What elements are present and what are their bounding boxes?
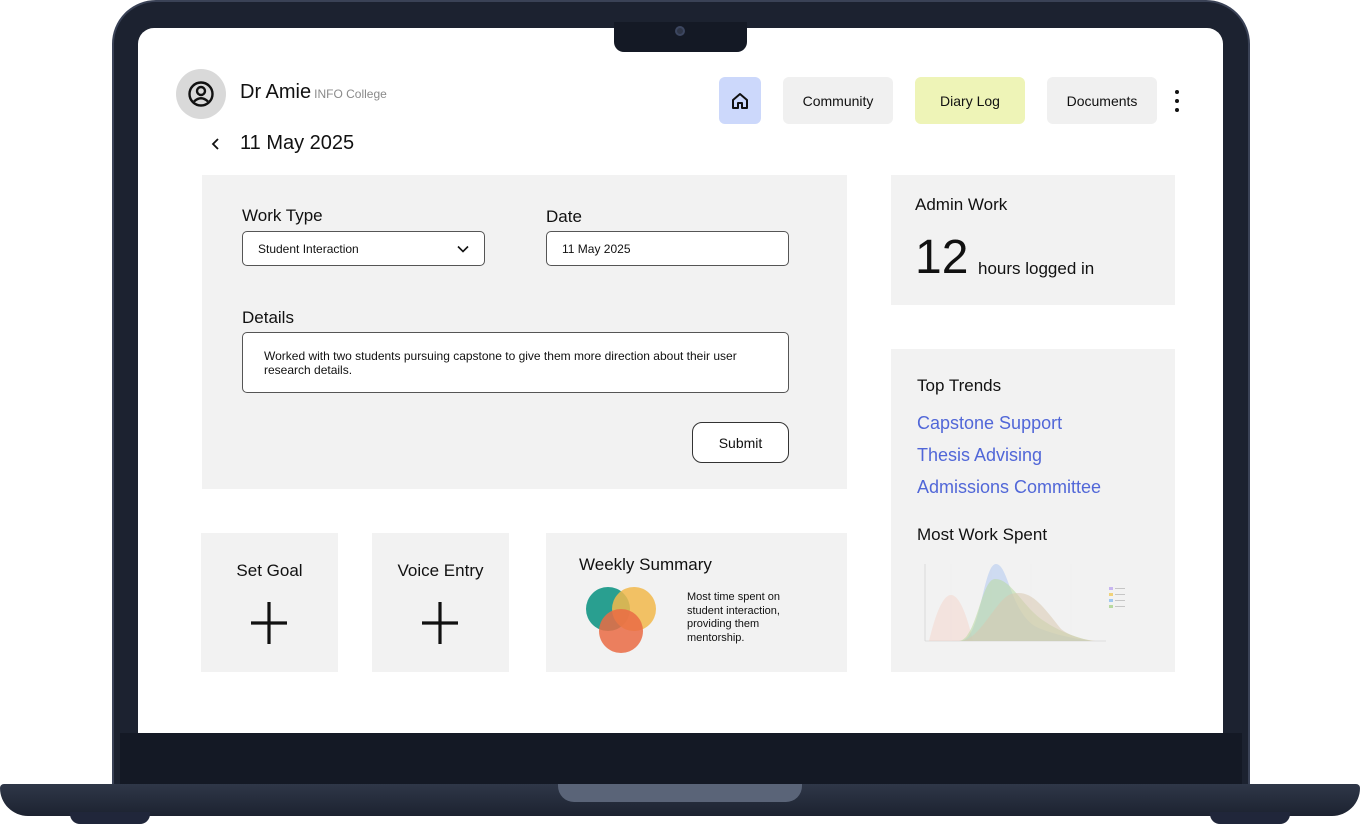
app-screen: Dr Amie INFO College Community Diary Log … (138, 28, 1223, 733)
home-button[interactable] (719, 77, 761, 124)
admin-work-title: Admin Work (915, 195, 1008, 214)
work-type-label: Work Type (242, 206, 323, 225)
admin-hours-value: 12 (915, 231, 969, 284)
diary-entry-form: Work Type Student Interaction Date Detai… (202, 175, 847, 489)
laptop-foot-right (1210, 812, 1290, 824)
plus-icon (422, 602, 458, 644)
top-trends-title: Top Trends (917, 376, 1002, 395)
voice-entry-title: Voice Entry (397, 561, 484, 580)
camera-notch (614, 22, 747, 52)
weekly-summary-title: Weekly Summary (579, 555, 712, 574)
laptop-foot-left (70, 812, 150, 824)
admin-hours-suffix: hours logged in (978, 259, 1095, 278)
trend-link-thesis-advising[interactable]: Thesis Advising (917, 445, 1042, 466)
set-goal-tile[interactable]: Set Goal (201, 533, 338, 672)
top-trends-card: Top Trends Capstone Support Thesis Advis… (891, 349, 1175, 672)
most-work-spent-title: Most Work Spent (917, 525, 1048, 544)
nav-community-button[interactable]: Community (783, 77, 893, 124)
details-label: Details (242, 308, 294, 327)
nav-documents-button[interactable]: Documents (1047, 77, 1157, 124)
home-icon (732, 92, 748, 109)
date-field[interactable] (546, 231, 789, 266)
kebab-menu-icon[interactable] (1168, 90, 1186, 112)
details-textarea[interactable]: Worked with two students pursuing capsto… (242, 332, 789, 393)
weekly-summary-text: Most time spent on student interaction, … (687, 591, 780, 644)
trend-link-capstone-support[interactable]: Capstone Support (917, 413, 1062, 434)
plus-icon (251, 602, 287, 644)
venn-diagram-icon (586, 587, 656, 653)
laptop-bezel (120, 733, 1242, 785)
density-chart-thumbnail[interactable] (911, 559, 1141, 659)
user-org: INFO College (314, 87, 387, 101)
user-circle-icon (188, 81, 214, 107)
submit-button[interactable]: Submit (692, 422, 789, 463)
page-title-date: 11 May 2025 (240, 132, 355, 154)
date-label: Date (546, 207, 582, 226)
set-goal-title: Set Goal (236, 561, 303, 580)
user-name: Dr Amie INFO College (240, 81, 387, 104)
chevron-left-icon[interactable] (208, 134, 224, 154)
work-type-select[interactable]: Student Interaction (242, 231, 485, 266)
camera-icon (675, 26, 685, 36)
laptop-hinge-groove (558, 784, 802, 802)
admin-work-card: Admin Work 12 hours logged in (891, 175, 1175, 305)
work-type-value: Student Interaction (258, 241, 359, 256)
nav-diary-log-button[interactable]: Diary Log (915, 77, 1025, 124)
chevron-down-icon (457, 245, 469, 253)
avatar[interactable] (176, 69, 226, 119)
voice-entry-tile[interactable]: Voice Entry (372, 533, 509, 672)
weekly-summary-card[interactable]: Weekly Summary Most time spent on studen… (546, 533, 847, 672)
user-name-text: Dr Amie (240, 81, 312, 103)
trend-link-admissions-committee[interactable]: Admissions Committee (917, 477, 1101, 498)
